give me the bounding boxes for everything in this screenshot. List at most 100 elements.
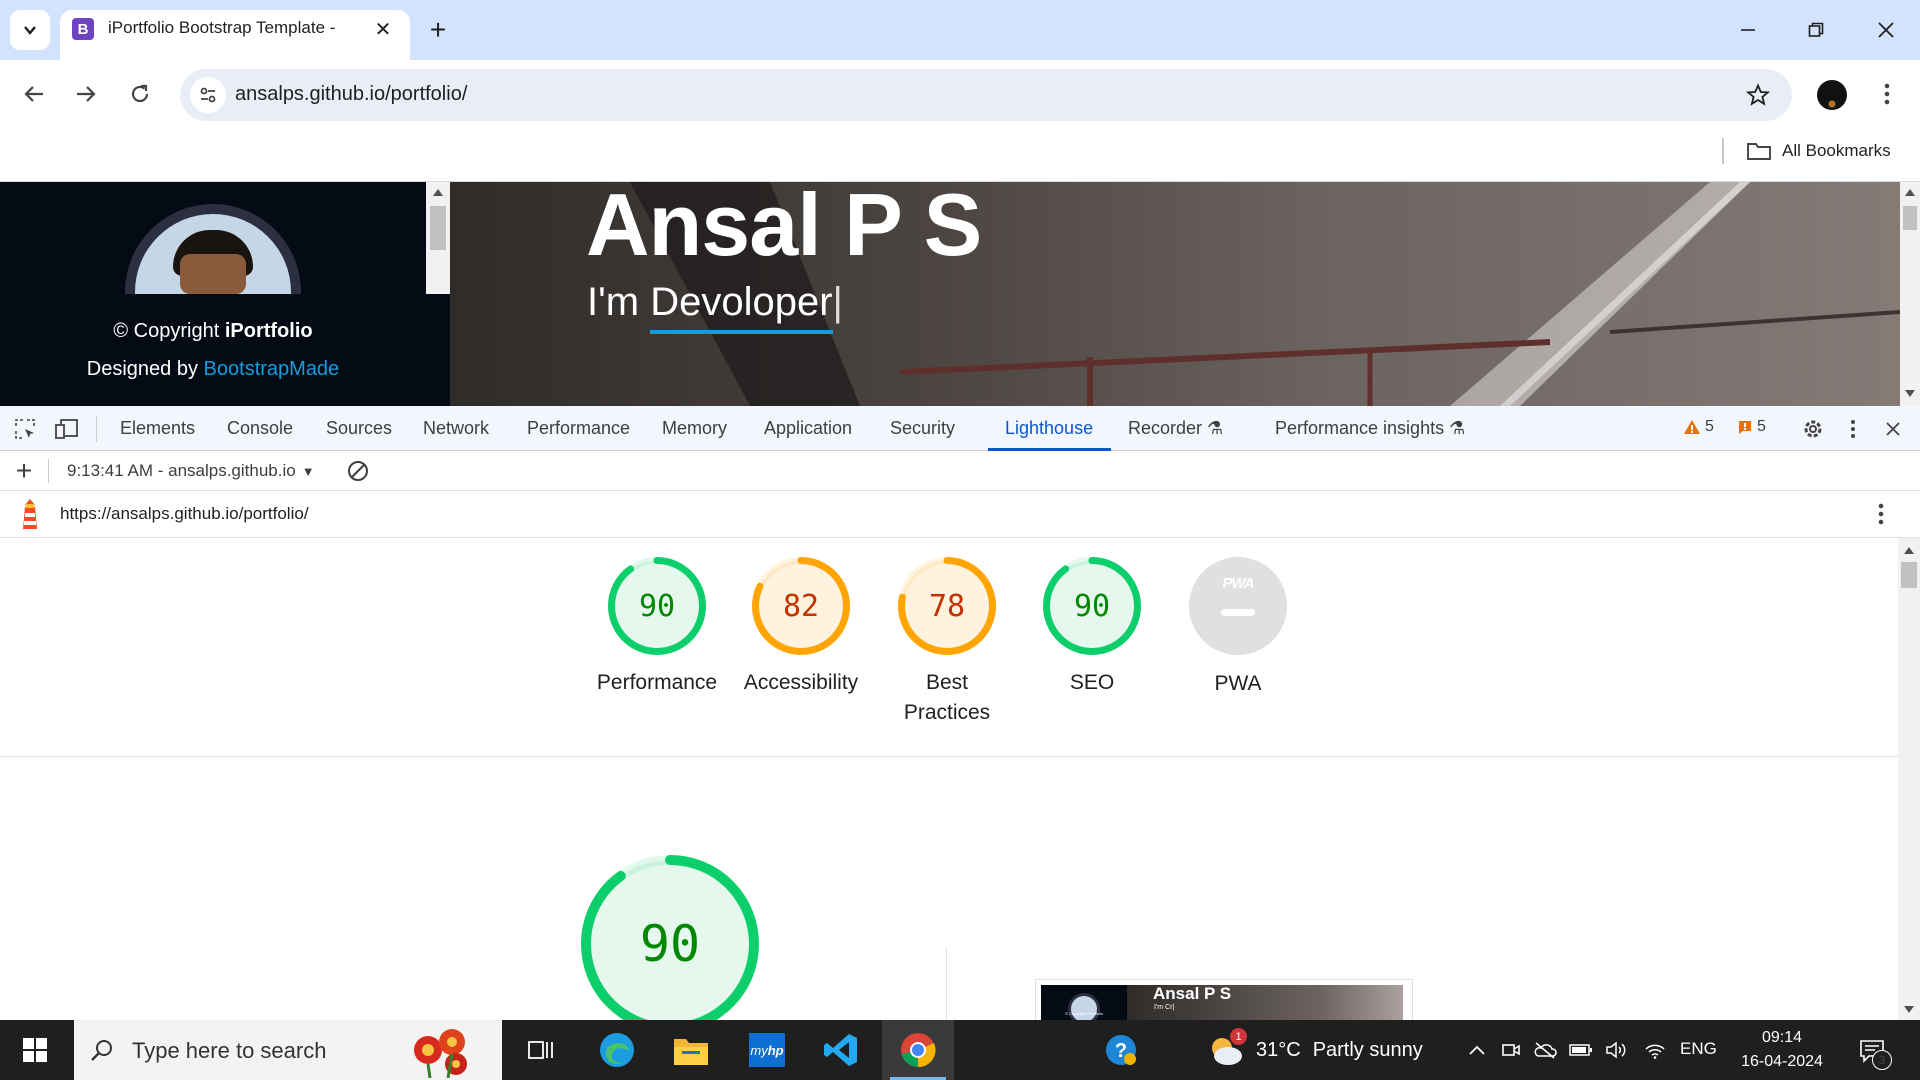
start-button[interactable] xyxy=(0,1020,70,1080)
site-info-icon[interactable] xyxy=(190,77,226,113)
tab-recorder[interactable]: Recorder ⚗ xyxy=(1128,418,1223,439)
tab-application[interactable]: Application xyxy=(764,418,852,439)
edge-taskbar-icon[interactable] xyxy=(582,1020,652,1080)
notification-count-badge: 3 xyxy=(1872,1050,1892,1070)
gauge-ring: 78 xyxy=(897,556,997,656)
sidebar-scrollbar[interactable] xyxy=(426,182,450,294)
score-gauge-accessibility[interactable]: 82 Accessibility xyxy=(726,556,876,698)
meet-now-icon[interactable] xyxy=(1496,1034,1526,1066)
inspect-element-button[interactable] xyxy=(10,414,40,444)
language-indicator[interactable]: ENG xyxy=(1680,1039,1717,1059)
warnings-counter[interactable]: 5 xyxy=(1683,418,1714,436)
tab-sources[interactable]: Sources xyxy=(326,418,392,439)
toolbar-divider xyxy=(48,459,49,483)
metrics-divider xyxy=(946,948,947,1020)
issues-counter[interactable]: 5 xyxy=(1737,418,1766,436)
address-bar[interactable]: ansalps.github.io/portfolio/ xyxy=(180,69,1792,121)
tab-console[interactable]: Console xyxy=(227,418,293,439)
taskbar-search[interactable]: Type here to search xyxy=(74,1020,502,1080)
file-explorer-taskbar-icon[interactable] xyxy=(656,1020,726,1080)
clock[interactable]: 09:14 16-04-2024 xyxy=(1738,1026,1826,1074)
search-highlight-flower-icon xyxy=(414,1029,467,1078)
settings-button[interactable] xyxy=(1798,414,1828,444)
window-close-button[interactable] xyxy=(1858,8,1914,52)
reload-icon xyxy=(131,84,149,103)
score-gauge-pwa[interactable]: PWA PWA xyxy=(1163,556,1313,699)
lighthouse-toolbar: + 9:13:41 AM - ansalps.github.io ▼ xyxy=(0,451,1920,491)
more-vertical-icon xyxy=(1851,420,1855,438)
all-bookmarks-button[interactable]: All Bookmarks xyxy=(1746,136,1891,166)
restore-button[interactable] xyxy=(1788,8,1844,52)
reload-button[interactable] xyxy=(120,74,160,114)
device-toolbar-button[interactable] xyxy=(52,414,82,444)
close-icon[interactable]: ✕ xyxy=(370,16,396,42)
score-gauge-seo[interactable]: 90 SEO xyxy=(1017,556,1167,698)
volume-icon[interactable] xyxy=(1602,1034,1632,1066)
notification-center-button[interactable]: 3 xyxy=(1850,1030,1894,1072)
gauge-ring: PWA xyxy=(1188,557,1288,657)
browser-menu-button[interactable] xyxy=(1872,76,1902,112)
bootstrapmade-link[interactable]: BootstrapMade xyxy=(204,358,340,380)
final-screenshot-thumbnail: © Copyright iPortfolio Ansal P S I'm Cr| xyxy=(1035,979,1413,1020)
minimize-button[interactable] xyxy=(1720,8,1776,52)
search-icon xyxy=(91,1040,112,1061)
wifi-icon[interactable] xyxy=(1640,1034,1670,1066)
scrollbar-thumb[interactable] xyxy=(1903,206,1917,230)
gauge-ring: 90 xyxy=(1042,556,1142,656)
gauge-score: 78 xyxy=(928,588,966,624)
report-menu-button[interactable] xyxy=(1868,499,1894,529)
report-scrollbar[interactable] xyxy=(1898,538,1920,1020)
close-icon xyxy=(1878,22,1894,38)
score-gauge-performance[interactable]: 90 Performance xyxy=(582,556,732,698)
tab-search-button[interactable] xyxy=(10,10,50,50)
thumbnail-sidebar-text: © Copyright iPortfolio xyxy=(1065,1011,1103,1016)
tab-elements[interactable]: Elements xyxy=(120,418,195,439)
weather-icon: 1 xyxy=(1206,1028,1247,1070)
gauge-label: Best Practices xyxy=(903,671,991,724)
scrollbar-thumb[interactable] xyxy=(1901,562,1917,588)
task-view-button[interactable] xyxy=(506,1020,576,1080)
hero-tagline: I'm Devoloper| xyxy=(587,280,843,334)
gauge-label: SEO xyxy=(1069,671,1115,694)
weather-widget[interactable]: 1 31°C Partly sunny xyxy=(1206,1020,1423,1080)
clear-reports-button[interactable] xyxy=(344,457,372,485)
page-scrollbar[interactable] xyxy=(1900,182,1920,406)
profile-avatar[interactable] xyxy=(1817,80,1847,110)
tab-security[interactable]: Security xyxy=(890,418,955,439)
scrollbar-thumb[interactable] xyxy=(430,206,446,250)
gauge-ring: 82 xyxy=(751,556,851,656)
show-hidden-icons-button[interactable] xyxy=(1462,1034,1492,1066)
restore-icon xyxy=(1808,22,1824,37)
tab-strip: B iPortfolio Bootstrap Template - ✕ + xyxy=(0,0,1920,60)
onedrive-icon[interactable] xyxy=(1530,1034,1560,1066)
devtools-close-button[interactable] xyxy=(1878,414,1908,444)
battery-icon[interactable] xyxy=(1566,1034,1596,1066)
tab-lighthouse[interactable]: Lighthouse xyxy=(1005,418,1093,439)
forward-button[interactable] xyxy=(66,74,106,114)
chrome-taskbar-icon[interactable] xyxy=(882,1020,954,1080)
new-tab-button[interactable]: + xyxy=(422,12,454,48)
report-url[interactable]: https://ansalps.github.io/portfolio/ xyxy=(60,504,309,524)
myhp-taskbar-icon[interactable]: my hp xyxy=(732,1020,802,1080)
large-performance-gauge: 90 xyxy=(580,854,760,1020)
tab-performance-insights[interactable]: Performance insights ⚗ xyxy=(1275,418,1465,439)
tab-memory[interactable]: Memory xyxy=(662,418,727,439)
help-taskbar-icon[interactable]: ? xyxy=(1086,1020,1156,1080)
devtools-menu-button[interactable] xyxy=(1840,414,1866,444)
bookmarks-divider xyxy=(1722,138,1724,164)
star-icon[interactable] xyxy=(1740,77,1776,113)
report-selector[interactable]: 9:13:41 AM - ansalps.github.io ▼ xyxy=(67,461,315,481)
tab-title: iPortfolio Bootstrap Template - xyxy=(108,18,336,37)
tab-network[interactable]: Network xyxy=(423,418,489,439)
new-report-button[interactable]: + xyxy=(10,455,38,486)
vscode-taskbar-icon[interactable] xyxy=(806,1020,876,1080)
hero-section: Ansal P S I'm Devoloper| xyxy=(450,182,1900,406)
score-gauge-best-practices[interactable]: 78 Best Practices xyxy=(872,556,1022,728)
experiment-flask-icon: ⚗ xyxy=(1207,418,1224,438)
browser-tab[interactable]: B iPortfolio Bootstrap Template - ✕ xyxy=(60,10,410,60)
url-text[interactable]: ansalps.github.io/portfolio/ xyxy=(235,83,467,106)
sidebar-photo-mask xyxy=(0,294,426,406)
devtools-tabbar: Elements Console Sources Network Perform… xyxy=(0,406,1920,451)
back-button[interactable] xyxy=(14,74,54,114)
tab-performance[interactable]: Performance xyxy=(527,418,630,439)
